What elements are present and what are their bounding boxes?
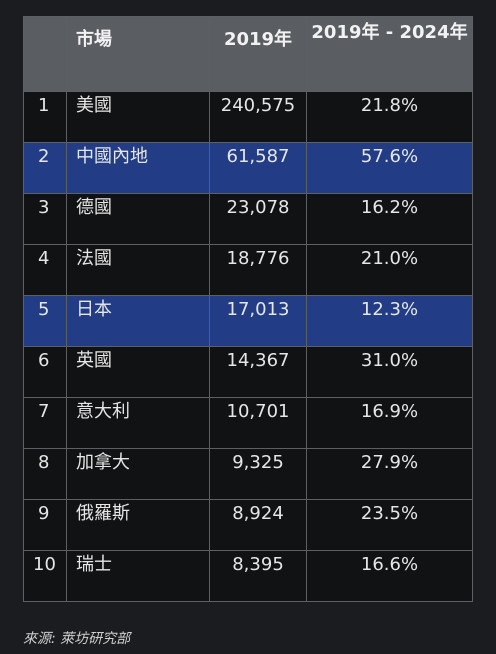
header-rank (23, 16, 67, 92)
value-2019-cell: 9,325 (209, 448, 307, 500)
growth-cell: 16.9% (306, 397, 473, 449)
value-2019-cell: 17,013 (209, 295, 307, 347)
value-2019-cell: 23,078 (209, 193, 307, 245)
market-cell: 英國 (66, 346, 210, 398)
header-growth-2019-2024: 2019年 - 2024年 (306, 16, 473, 92)
market-table: 市場 2019年 2019年 - 2024年 1 美國 240,575 21.8% 2 中… (23, 16, 473, 602)
rank-cell: 9 (23, 499, 67, 551)
table-body: 1 美國 240,575 21.8% 2 中國內地 61,587 57.6% 3 德國 23,078… (23, 91, 473, 602)
growth-cell: 16.6% (306, 550, 473, 602)
value-2019-cell: 8,924 (209, 499, 307, 551)
market-cell: 日本 (66, 295, 210, 347)
rank-cell: 2 (23, 142, 67, 194)
value-2019-cell: 18,776 (209, 244, 307, 296)
header-market: 市場 (66, 16, 210, 92)
rank-cell: 3 (23, 193, 67, 245)
rank-cell: 5 (23, 295, 67, 347)
table-row: 9 俄羅斯 8,924 23.5% (23, 499, 473, 551)
table-row: 6 英國 14,367 31.0% (23, 346, 473, 398)
growth-cell: 31.0% (306, 346, 473, 398)
value-2019-cell: 14,367 (209, 346, 307, 398)
value-2019-cell: 61,587 (209, 142, 307, 194)
header-value-2019: 2019年 (209, 16, 307, 92)
growth-cell: 27.9% (306, 448, 473, 500)
rank-cell: 6 (23, 346, 67, 398)
market-cell: 德國 (66, 193, 210, 245)
table-row: 10 瑞士 8,395 16.6% (23, 550, 473, 602)
value-2019-cell: 10,701 (209, 397, 307, 449)
market-cell: 美國 (66, 91, 210, 143)
value-2019-cell: 8,395 (209, 550, 307, 602)
rank-cell: 8 (23, 448, 67, 500)
market-cell: 瑞士 (66, 550, 210, 602)
table-row: 4 法國 18,776 21.0% (23, 244, 473, 296)
value-2019-cell: 240,575 (209, 91, 307, 143)
table-header: 市場 2019年 2019年 - 2024年 (23, 16, 473, 92)
market-table-container: 市場 2019年 2019年 - 2024年 1 美國 240,575 21.8% 2 中… (23, 16, 473, 602)
market-cell: 意大利 (66, 397, 210, 449)
growth-cell: 21.8% (306, 91, 473, 143)
table-row: 7 意大利 10,701 16.9% (23, 397, 473, 449)
rank-cell: 7 (23, 397, 67, 449)
rank-cell: 4 (23, 244, 67, 296)
rank-cell: 10 (23, 550, 67, 602)
header-row: 市場 2019年 2019年 - 2024年 (23, 16, 473, 92)
growth-cell: 16.2% (306, 193, 473, 245)
market-cell: 法國 (66, 244, 210, 296)
growth-cell: 12.3% (306, 295, 473, 347)
table-row: 8 加拿大 9,325 27.9% (23, 448, 473, 500)
table-row: 2 中國內地 61,587 57.6% (23, 142, 473, 194)
source-note: 來源: 萊坊研究部 (23, 631, 131, 647)
market-cell: 中國內地 (66, 142, 210, 194)
rank-cell: 1 (23, 91, 67, 143)
growth-cell: 23.5% (306, 499, 473, 551)
growth-cell: 21.0% (306, 244, 473, 296)
table-row: 3 德國 23,078 16.2% (23, 193, 473, 245)
table-row: 5 日本 17,013 12.3% (23, 295, 473, 347)
growth-cell: 57.6% (306, 142, 473, 194)
market-cell: 加拿大 (66, 448, 210, 500)
table-row: 1 美國 240,575 21.8% (23, 91, 473, 143)
market-cell: 俄羅斯 (66, 499, 210, 551)
